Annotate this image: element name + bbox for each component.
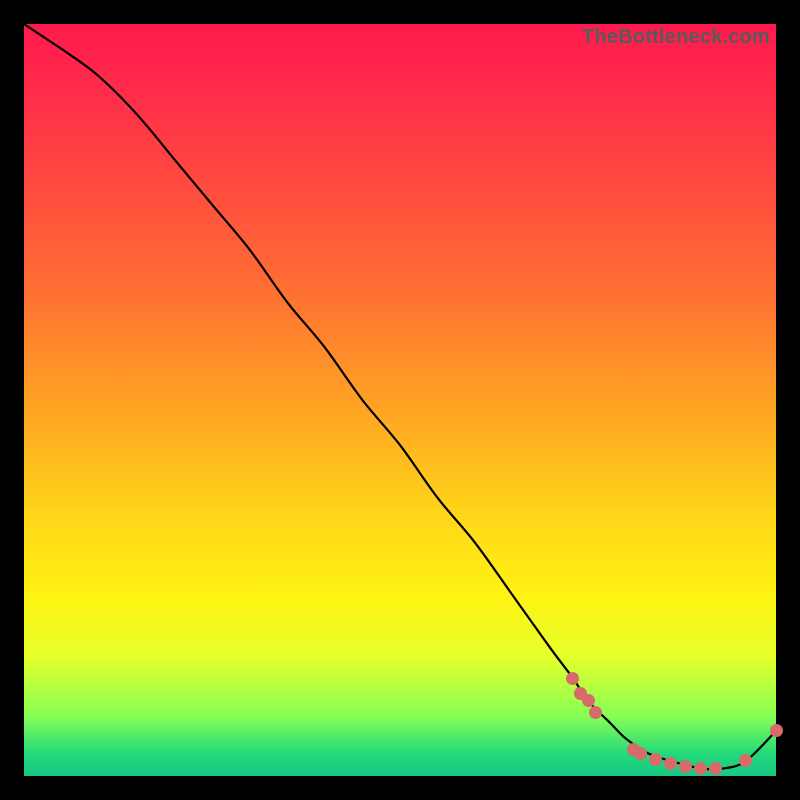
chart-plot-area: TheBottleneck.com [24,24,776,776]
data-point [589,706,602,719]
curve-line [24,24,776,769]
data-point [679,760,692,773]
line-chart [24,24,776,776]
data-point [634,747,647,760]
data-point [770,724,783,737]
data-point [664,757,677,770]
